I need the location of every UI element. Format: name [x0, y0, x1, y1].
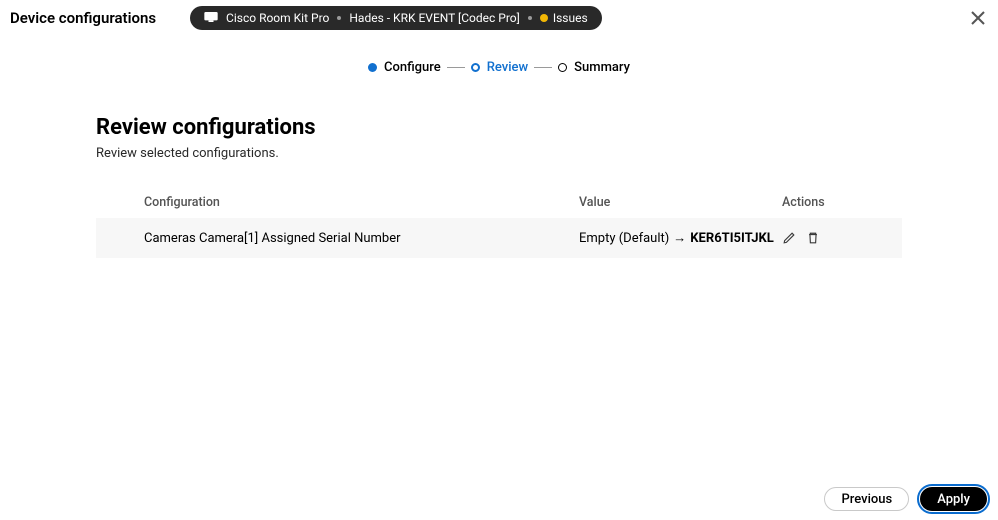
col-header-value: Value	[579, 195, 782, 210]
separator-dot-icon	[337, 16, 341, 20]
step-divider-icon	[534, 67, 552, 68]
step-label: Review	[487, 60, 528, 75]
page-title: Device configurations	[10, 9, 156, 27]
old-value: Empty (Default)	[579, 231, 669, 246]
issues-label: Issues	[553, 11, 588, 25]
col-header-configuration: Configuration	[144, 195, 579, 210]
apply-button[interactable]: Apply	[920, 487, 987, 511]
step-divider-icon	[447, 67, 465, 68]
device-name-label: Hades - KRK EVENT [Codec Pro]	[349, 11, 519, 25]
previous-button[interactable]: Previous	[824, 487, 909, 511]
separator-dot-icon	[528, 16, 532, 20]
step-indicator-pending-icon	[558, 63, 567, 72]
step-indicator-current-icon	[471, 63, 480, 72]
device-context-pill: Cisco Room Kit Pro Hades - KRK EVENT [Co…	[190, 6, 602, 30]
warning-dot-icon	[540, 14, 548, 22]
config-value: Empty (Default) → KER6TI5ITJKL	[579, 230, 782, 246]
device-icon	[204, 11, 218, 25]
step-review[interactable]: Review	[471, 60, 528, 75]
row-actions	[782, 231, 854, 245]
config-table: Configuration Value Actions Cameras Came…	[96, 187, 902, 258]
device-type-label: Cisco Room Kit Pro	[226, 11, 329, 25]
step-summary[interactable]: Summary	[558, 60, 630, 75]
edit-button[interactable]	[782, 231, 796, 245]
step-label: Configure	[384, 60, 441, 75]
issues-indicator: Issues	[540, 11, 588, 25]
pencil-icon	[782, 231, 796, 245]
delete-button[interactable]	[806, 231, 820, 245]
section-title: Review configurations	[96, 115, 902, 140]
stepper: Configure Review Summary	[0, 60, 998, 75]
close-icon	[971, 11, 985, 25]
trash-icon	[806, 231, 820, 245]
table-header-row: Configuration Value Actions	[96, 187, 902, 218]
content-area: Review configurations Review selected co…	[0, 75, 998, 258]
step-configure[interactable]: Configure	[368, 60, 441, 75]
section-subtitle: Review selected configurations.	[96, 146, 902, 161]
step-label: Summary	[574, 60, 630, 75]
new-value: KER6TI5ITJKL	[690, 231, 774, 246]
arrow-icon: →	[673, 230, 686, 246]
config-name: Cameras Camera[1] Assigned Serial Number	[144, 231, 579, 246]
footer-bar: Previous Apply	[0, 484, 998, 520]
close-button[interactable]	[968, 8, 988, 28]
step-indicator-done-icon	[368, 63, 377, 72]
col-header-actions: Actions	[782, 195, 854, 210]
header-bar: Device configurations Cisco Room Kit Pro…	[0, 0, 998, 36]
table-row: Cameras Camera[1] Assigned Serial Number…	[96, 218, 902, 258]
apply-focus-ring: Apply	[917, 484, 990, 514]
